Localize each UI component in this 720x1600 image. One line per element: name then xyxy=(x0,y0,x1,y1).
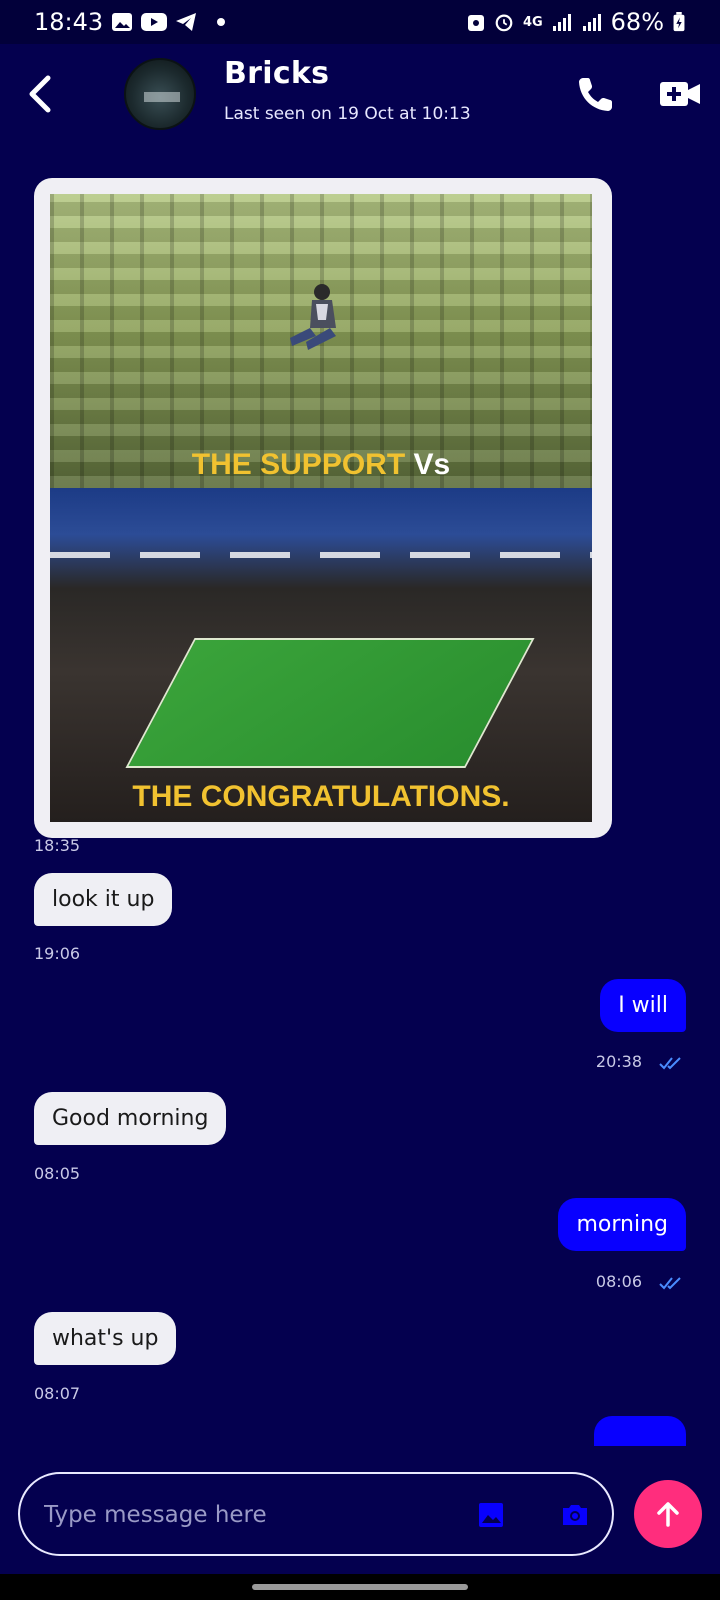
incoming-message[interactable]: look it up xyxy=(34,873,173,926)
message-time: 08:05 xyxy=(34,1164,81,1183)
alarm-icon xyxy=(495,14,513,32)
status-bar: 18:43 4G 68% xyxy=(0,0,720,44)
football-pitch xyxy=(125,638,535,768)
signal-icon xyxy=(552,14,571,31)
message-time: 08:07 xyxy=(34,1384,81,1403)
send-button[interactable] xyxy=(634,1480,702,1548)
double-check-icon xyxy=(659,1057,681,1070)
signal-icon xyxy=(582,14,601,31)
outgoing-message-partial[interactable] xyxy=(594,1416,686,1446)
image-message[interactable]: THE SUPPORT Vs THE CONGRATULATIONS. xyxy=(34,178,612,838)
camera-icon[interactable] xyxy=(560,1500,590,1530)
stadium-lights xyxy=(50,552,592,558)
battery-icon xyxy=(673,12,685,32)
arrow-up-icon xyxy=(657,1502,679,1527)
chat-header: Bricks Last seen on 19 Oct at 10:13 xyxy=(0,44,720,144)
incoming-message[interactable]: what's up xyxy=(34,1312,177,1365)
message-input[interactable] xyxy=(44,1490,444,1540)
notification-dot-icon xyxy=(217,18,226,26)
message-time: 20:38 xyxy=(595,1052,642,1071)
double-check-icon xyxy=(659,1277,681,1290)
status-time: 18:43 xyxy=(34,8,104,36)
incoming-message[interactable]: Good morning xyxy=(34,1092,227,1145)
avatar[interactable] xyxy=(124,58,196,130)
shared-photo[interactable]: THE SUPPORT Vs THE CONGRATULATIONS. xyxy=(50,194,592,822)
message-time: 19:06 xyxy=(34,944,81,963)
message-time: 08:06 xyxy=(595,1272,642,1291)
phone-icon[interactable] xyxy=(574,72,618,116)
lone-fan-figure xyxy=(290,284,336,350)
home-indicator[interactable] xyxy=(252,1584,468,1590)
telegram-icon xyxy=(176,13,197,31)
back-arrow-icon[interactable] xyxy=(22,72,62,116)
outgoing-message[interactable]: morning xyxy=(558,1198,686,1251)
outgoing-message[interactable]: I will xyxy=(600,979,686,1032)
gallery-icon xyxy=(112,13,133,31)
avatar-image xyxy=(144,92,180,102)
video-add-icon[interactable] xyxy=(658,72,702,116)
network-type: 4G xyxy=(522,14,543,30)
full-stadium xyxy=(50,488,592,822)
battery-level: 68% xyxy=(610,8,664,36)
message-time: 18:35 xyxy=(34,836,81,855)
image-icon[interactable] xyxy=(476,1500,506,1530)
android-icon xyxy=(467,15,484,31)
last-seen-status: Last seen on 19 Oct at 10:13 xyxy=(224,104,471,124)
contact-name[interactable]: Bricks xyxy=(224,56,329,91)
youtube-icon xyxy=(141,13,168,31)
caption-top: THE SUPPORT Vs xyxy=(191,448,451,481)
navigation-bar xyxy=(0,1574,720,1600)
message-composer xyxy=(18,1472,614,1556)
caption-bottom: THE CONGRATULATIONS. xyxy=(132,780,510,813)
message-list[interactable]: THE SUPPORT Vs THE CONGRATULATIONS. 18:3… xyxy=(0,144,720,1454)
